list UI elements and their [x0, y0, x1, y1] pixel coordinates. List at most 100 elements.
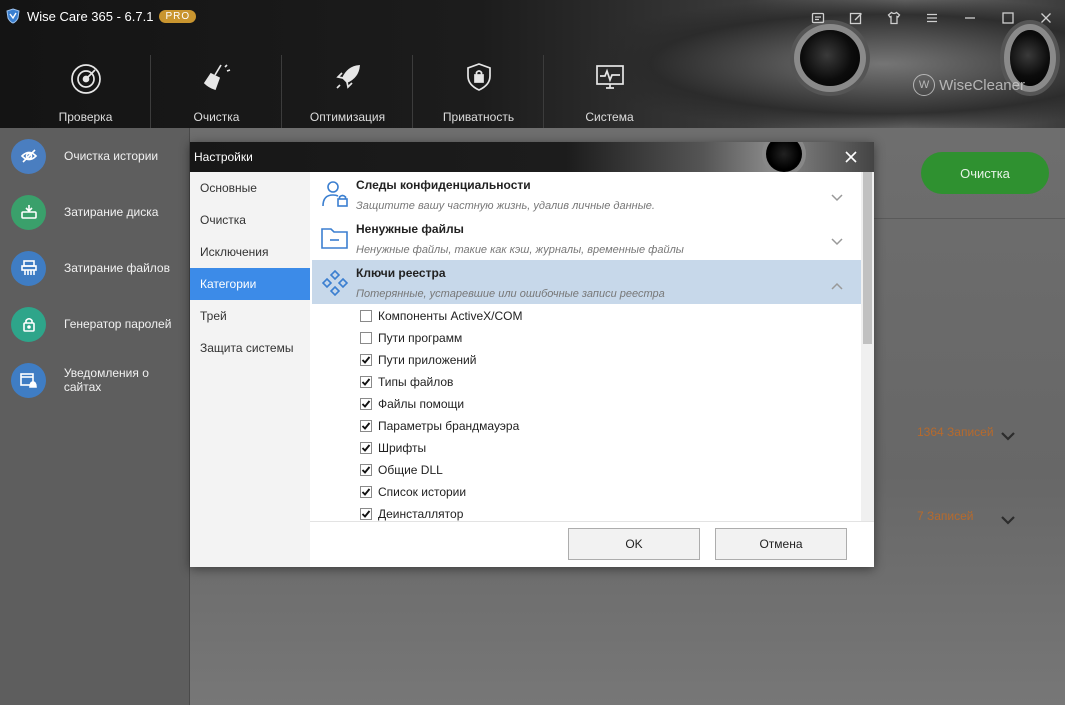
dialog-header-eye-art — [766, 142, 802, 172]
sidebar-item-file-shredder[interactable]: Затирание файлов — [0, 240, 189, 296]
tab-ochistka[interactable]: Очистка — [151, 50, 282, 128]
registry-option-row[interactable]: Шрифты — [360, 437, 426, 459]
sidebar-item-history-cleaner[interactable]: Очистка истории — [0, 128, 189, 184]
sidebar-item-label: Уведомления о сайтах — [63, 366, 149, 394]
nav-item-exclusions[interactable]: Исключения — [190, 236, 310, 268]
registry-option-row[interactable]: Общие DLL — [360, 459, 443, 481]
wisecleaner-logo: W WiseCleaner — [913, 74, 1025, 96]
broom-icon — [203, 64, 230, 91]
shirt-icon — [887, 11, 901, 25]
skin-button[interactable] — [875, 0, 913, 36]
cancel-button[interactable]: Отмена — [715, 528, 847, 560]
minimize-icon — [965, 17, 975, 19]
browser-bell-icon — [11, 362, 46, 398]
registry-option-row[interactable]: Список истории — [360, 481, 466, 503]
message-button[interactable] — [799, 0, 837, 36]
tab-privatnost[interactable]: Приватность — [413, 50, 544, 128]
sidebar: Очистка истории Затирание диска Затирани… — [0, 128, 190, 705]
registry-cubes-icon — [321, 269, 349, 297]
category-privacy-traces[interactable]: Следы конфиденциальности Защитите вашу ч… — [312, 172, 861, 216]
records-count: 1364 Записей — [917, 425, 994, 439]
feedback-button[interactable] — [837, 0, 875, 36]
wisecleaner-brand-text: WiseCleaner — [939, 76, 1025, 94]
option-label: Файлы помощи — [378, 397, 465, 411]
shredder-icon — [11, 250, 46, 286]
checkbox[interactable] — [360, 442, 372, 454]
option-label: Список истории — [378, 485, 467, 499]
checkbox[interactable] — [360, 354, 372, 366]
registry-option-row[interactable]: Файлы помощи — [360, 393, 464, 415]
title-bar: Wise Care 365 - 6.7.1 PRO — [0, 0, 197, 32]
scrollbar-thumb[interactable] — [863, 172, 872, 344]
dialog-footer: OK Отмена — [310, 521, 874, 567]
user-lock-icon — [322, 181, 348, 207]
disk-wipe-icon — [11, 194, 46, 230]
category-description: Потерянные, устаревшие или ошибочные зап… — [356, 288, 665, 300]
registry-option-row[interactable]: Пути приложений — [360, 349, 476, 371]
minimize-button[interactable] — [951, 0, 989, 36]
edit-icon — [849, 12, 862, 25]
hamburger-icon — [927, 13, 937, 23]
checkbox[interactable] — [360, 398, 372, 410]
category-junk-files[interactable]: Ненужные файлы Ненужные файлы, такие как… — [312, 216, 861, 260]
chevron-down-icon[interactable] — [1000, 514, 1016, 525]
nav-item-system-protection[interactable]: Защита системы — [190, 332, 310, 364]
tab-sistema[interactable]: Система — [544, 50, 675, 124]
tab-label: Система — [585, 110, 634, 124]
nav-item-cleaning[interactable]: Очистка — [190, 204, 310, 236]
category-title: Ключи реестра — [356, 266, 446, 280]
categories-panel: Следы конфиденциальности Защитите вашу ч… — [310, 172, 874, 521]
chevron-down-icon — [831, 238, 843, 246]
nav-item-basic[interactable]: Основные — [190, 172, 310, 204]
sidebar-item-site-notifications[interactable]: Уведомления о сайтах — [0, 352, 189, 408]
maximize-button[interactable] — [989, 0, 1027, 36]
tab-label: Проверка — [58, 110, 113, 124]
checkbox[interactable] — [360, 376, 372, 388]
chevron-down-icon[interactable] — [1000, 430, 1016, 441]
category-title: Следы конфиденциальности — [356, 178, 531, 192]
wisecleaner-logo-icon: W — [913, 74, 936, 96]
checkbox[interactable] — [360, 332, 372, 344]
eye-off-icon — [11, 138, 46, 174]
tab-label: Очистка — [193, 110, 240, 124]
sidebar-item-disk-eraser[interactable]: Затирание диска — [0, 184, 189, 240]
registry-option-row[interactable]: Пути программ — [360, 327, 462, 349]
clean-button[interactable]: Очистка — [921, 152, 1049, 194]
close-icon — [845, 151, 857, 163]
app-header: Wise Care 365 - 6.7.1 PRO Проверка Очист… — [0, 0, 1065, 128]
checkbox[interactable] — [360, 310, 372, 322]
chevron-down-icon — [831, 194, 843, 202]
registry-option-row[interactable]: Параметры брандмауэра — [360, 415, 519, 437]
checkbox[interactable] — [360, 420, 372, 432]
category-description: Ненужные файлы, такие как кэш, журналы, … — [356, 244, 684, 256]
checkbox[interactable] — [360, 508, 372, 520]
option-label: Параметры брандмауэра — [378, 419, 520, 433]
menu-button[interactable] — [913, 0, 951, 36]
tab-optimizatsiya[interactable]: Оптимизация — [282, 50, 413, 128]
main-tabs: Проверка Очистка Оптимизация Приватность… — [20, 50, 675, 128]
checkbox[interactable] — [360, 486, 372, 498]
category-registry-keys[interactable]: Ключи реестра Потерянные, устаревшие или… — [312, 260, 861, 304]
registry-option-row[interactable]: Деинсталлятор — [360, 503, 463, 521]
categories-scrollbar[interactable] — [861, 172, 874, 521]
option-label: Пути программ — [378, 331, 463, 345]
category-title: Ненужные файлы — [356, 222, 464, 236]
tab-proverka[interactable]: Проверка — [20, 50, 151, 128]
settings-nav: Основные Очистка Исключения Категории Тр… — [190, 172, 310, 567]
checkbox[interactable] — [360, 464, 372, 476]
registry-option-row[interactable]: Компоненты ActiveX/COM — [360, 305, 522, 327]
close-button[interactable] — [1027, 0, 1065, 36]
tab-label: Приватность — [442, 110, 515, 124]
settings-dialog: Настройки Основные Очистка Исключения Ка… — [190, 142, 874, 567]
dialog-close-button[interactable] — [844, 150, 858, 164]
shield-lock-icon — [466, 63, 491, 91]
header-eagle-eye-art — [800, 30, 860, 86]
nav-item-tray[interactable]: Трей — [190, 300, 310, 332]
window-controls — [799, 0, 1065, 36]
ok-button[interactable]: OK — [568, 528, 700, 560]
registry-option-row[interactable]: Типы файлов — [360, 371, 453, 393]
sidebar-item-password-generator[interactable]: Генератор паролей — [0, 296, 189, 352]
radar-icon — [70, 64, 101, 94]
nav-item-categories[interactable]: Категории — [190, 268, 310, 300]
dialog-title: Настройки — [194, 150, 253, 164]
